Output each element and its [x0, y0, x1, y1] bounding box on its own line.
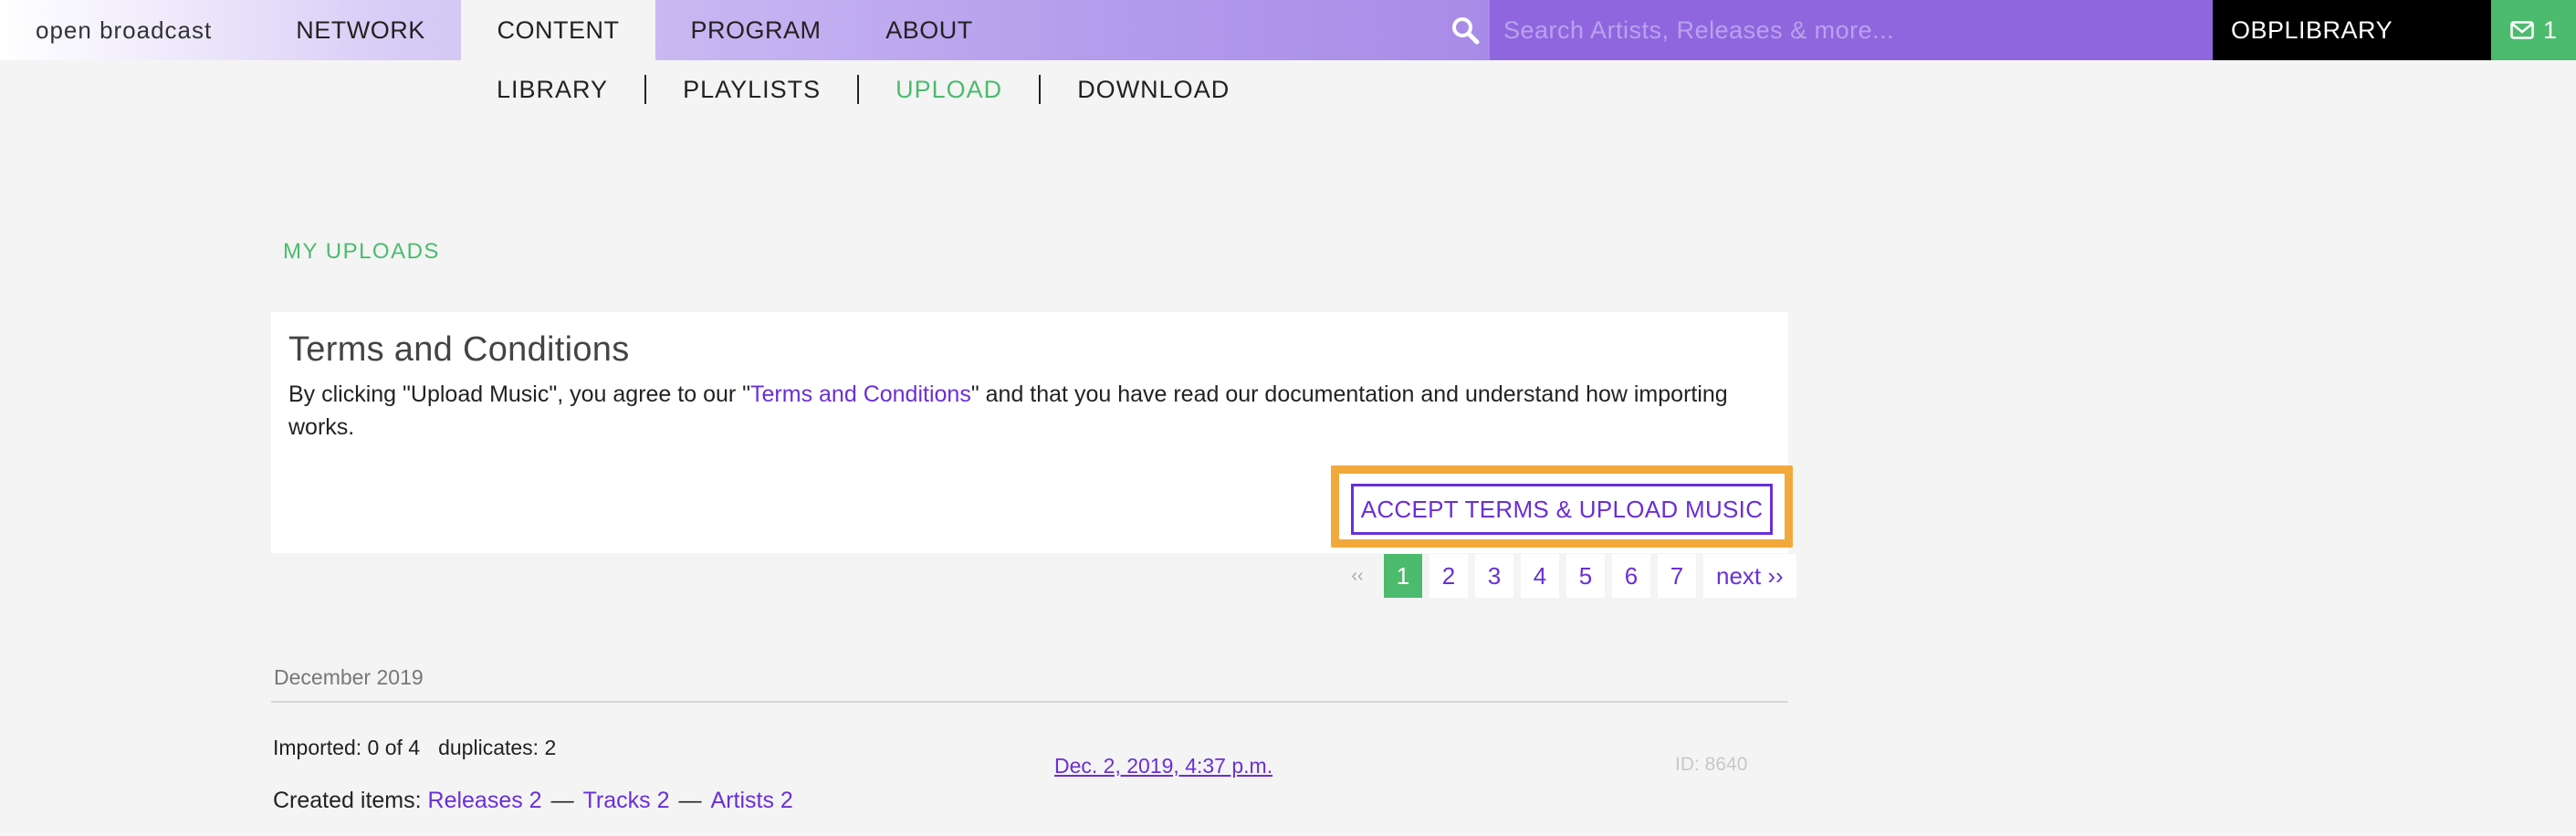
nav-about[interactable]: ABOUT	[856, 0, 1002, 60]
search-icon-glyph	[1452, 17, 1480, 45]
accept-terms-upload-button[interactable]: ACCEPT TERMS & UPLOAD MUSIC	[1351, 484, 1773, 535]
nav-network[interactable]: NETWORK	[260, 0, 461, 60]
pagination-page-1[interactable]: 1	[1384, 554, 1422, 598]
pagination-prev[interactable]: ‹‹	[1338, 554, 1377, 598]
month-heading: December 2019	[274, 665, 424, 689]
pagination-page-7[interactable]: 7	[1658, 554, 1696, 598]
nav-program[interactable]: PROGRAM	[655, 0, 856, 60]
import-stats: Imported: 0 of 4 duplicates: 2	[273, 736, 556, 760]
import-date-link[interactable]: Dec. 2, 2019, 4:37 p.m.	[1054, 754, 1272, 779]
content-subnav: LIBRARY PLAYLISTS UPLOAD DOWNLOAD	[456, 71, 1266, 108]
subnav-download[interactable]: DOWNLOAD	[1041, 73, 1266, 106]
imported-count: Imported: 0 of 4	[273, 736, 421, 759]
pagination-page-4[interactable]: 4	[1521, 554, 1559, 598]
nav-content[interactable]: CONTENT	[461, 0, 655, 60]
envelope-icon	[2510, 21, 2534, 39]
month-divider	[271, 701, 1788, 703]
library-account-button[interactable]: OBPLIBRARY	[2213, 0, 2491, 60]
search-icon[interactable]	[1440, 0, 1490, 60]
duplicates-count: duplicates: 2	[438, 736, 557, 759]
messages-button[interactable]: 1	[2491, 0, 2576, 60]
message-count: 1	[2542, 16, 2558, 44]
subnav-playlists[interactable]: PLAYLISTS	[646, 73, 857, 106]
separator-dash: —	[550, 788, 574, 813]
search-input[interactable]	[1490, 0, 2213, 60]
pagination: ‹‹ 1 2 3 4 5 6 7 next ››	[1338, 554, 1796, 598]
artists-link[interactable]: Artists 2	[711, 788, 793, 813]
terms-and-conditions-link[interactable]: Terms and Conditions	[750, 381, 971, 407]
subnav-library[interactable]: LIBRARY	[456, 73, 644, 106]
created-items-label: Created items:	[273, 788, 422, 813]
pagination-page-6[interactable]: 6	[1612, 554, 1650, 598]
created-items: Created items: Releases 2 — Tracks 2 — Artis…	[273, 788, 793, 814]
releases-link[interactable]: Releases 2	[428, 788, 542, 813]
terms-title: Terms and Conditions	[288, 330, 630, 369]
brand-logo[interactable]: open broadcast	[0, 0, 260, 60]
import-id: ID: 8640	[1675, 754, 1748, 775]
pagination-page-3[interactable]: 3	[1475, 554, 1513, 598]
pagination-page-2[interactable]: 2	[1429, 554, 1468, 598]
terms-text: By clicking "Upload Music", you agree to…	[288, 378, 1767, 444]
terms-text-before: By clicking "Upload Music", you agree to…	[288, 381, 751, 407]
section-title-my-uploads: MY UPLOADS	[283, 239, 440, 264]
subnav-upload[interactable]: UPLOAD	[859, 73, 1039, 106]
pagination-page-5[interactable]: 5	[1566, 554, 1605, 598]
tracks-link[interactable]: Tracks 2	[583, 788, 670, 813]
pagination-next[interactable]: next ››	[1703, 554, 1796, 598]
separator-dash: —	[678, 788, 702, 813]
